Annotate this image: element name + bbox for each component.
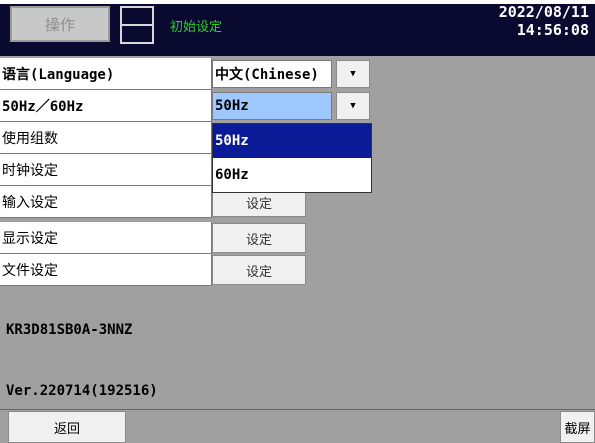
language-dropdown-button[interactable]: ▼	[336, 60, 370, 88]
groups-label: 使用组数	[0, 122, 212, 154]
screenshot-button[interactable]: 截屏	[560, 411, 595, 443]
display-setting-button[interactable]: 设定	[212, 223, 306, 253]
operate-button[interactable]: 操作	[10, 6, 110, 42]
input-setting-label: 输入设定	[0, 186, 212, 218]
screen-icon	[120, 6, 154, 44]
display-setting-label: 显示设定	[0, 222, 212, 254]
frequency-dropdown-list: 50Hz 60Hz	[212, 123, 372, 193]
frequency-option-50hz[interactable]: 50Hz	[213, 124, 371, 158]
version-text: Ver.220714(192516)	[6, 383, 158, 399]
frequency-option-60hz[interactable]: 60Hz	[213, 158, 371, 192]
back-button[interactable]: 返回	[8, 411, 126, 443]
file-setting-button[interactable]: 设定	[212, 255, 306, 285]
date-readout: 2022/08/11	[498, 3, 589, 21]
file-setting-label: 文件设定	[0, 254, 212, 286]
frequency-label: 50Hz／60Hz	[0, 90, 212, 122]
language-select[interactable]: 中文(Chinese)	[212, 60, 332, 88]
model-text: KR3D81SB0A-3NNZ	[6, 322, 133, 338]
time-readout: 14:56:08	[516, 21, 589, 39]
chevron-down-icon: ▼	[350, 69, 356, 79]
clock-label: 时钟设定	[0, 154, 212, 186]
page-title: 初始设定	[170, 20, 223, 35]
frequency-select[interactable]: 50Hz	[212, 92, 332, 120]
language-label: 语言(Language)	[0, 58, 212, 90]
frequency-dropdown-button[interactable]: ▼	[336, 92, 370, 120]
chevron-down-icon: ▼	[350, 101, 356, 111]
